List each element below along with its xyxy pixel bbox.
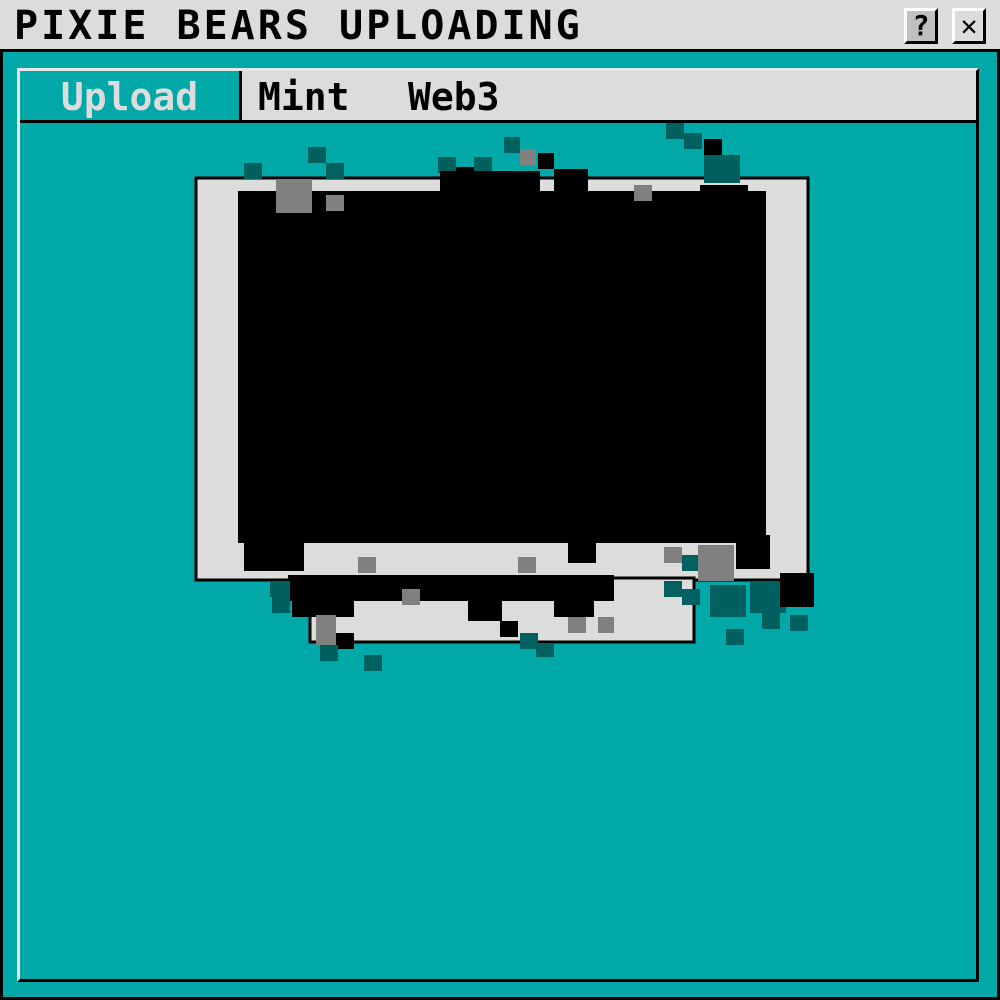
tab-bar: Upload Mint Web3	[20, 71, 976, 123]
help-icon: ?	[912, 9, 930, 42]
upload-content-area	[20, 123, 976, 979]
close-icon: ✕	[960, 9, 978, 42]
close-button[interactable]: ✕	[952, 8, 986, 44]
glitched-upload-panel[interactable]	[20, 123, 976, 979]
tab-mint[interactable]: Mint	[250, 71, 358, 120]
upload-window: Upload Mint Web3	[17, 68, 979, 982]
title-bar: PIXIE BEARS UPLOADING ? ✕	[0, 0, 1000, 52]
pixie-bears-app: PIXIE BEARS UPLOADING ? ✕ Upload Mint We…	[0, 0, 1000, 1000]
tab-web3[interactable]: Web3	[400, 71, 508, 120]
tab-upload[interactable]: Upload	[20, 71, 242, 120]
help-button[interactable]: ?	[904, 8, 938, 44]
window-title: PIXIE BEARS UPLOADING	[14, 3, 583, 49]
drop-zone	[238, 191, 766, 543]
